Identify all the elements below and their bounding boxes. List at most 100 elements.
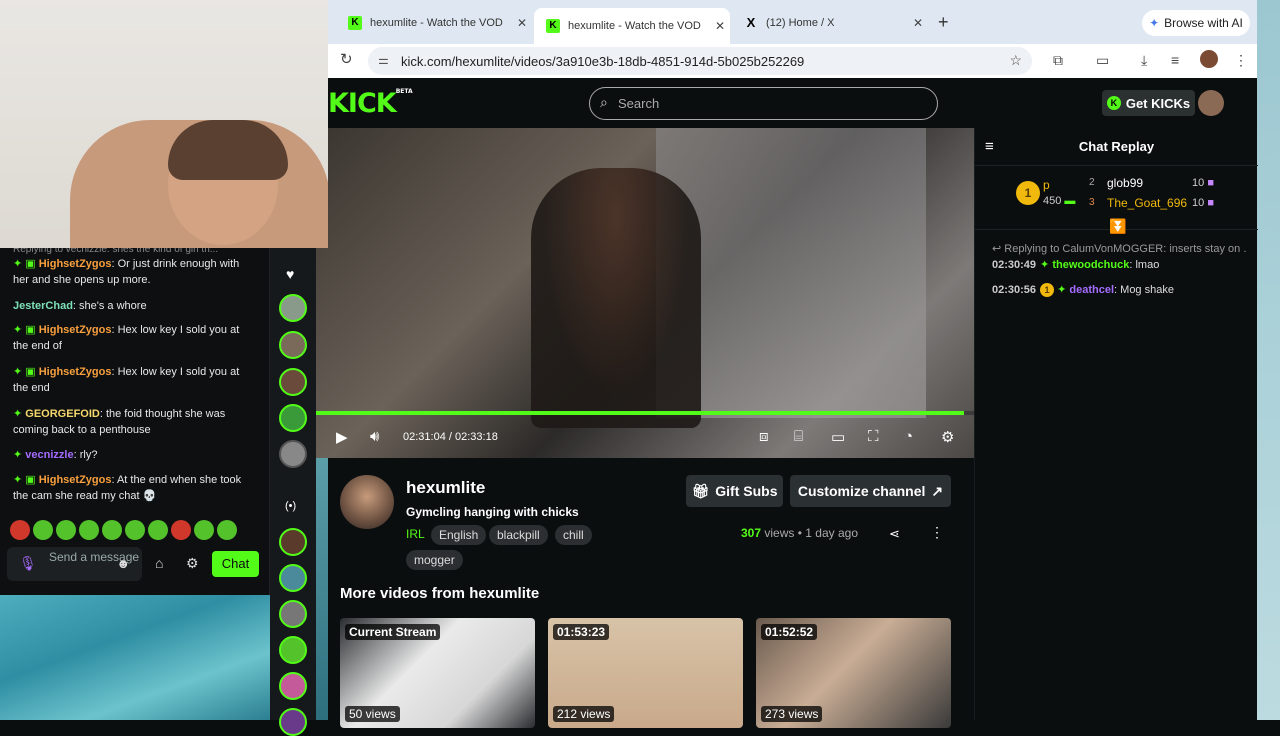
get-kicks-button[interactable]: K Get KICKs (1102, 90, 1195, 116)
emote-icon[interactable] (148, 520, 168, 540)
chat-username[interactable]: HighsetZygos (39, 324, 112, 336)
theater-mode-icon[interactable]: ▭ (831, 428, 845, 446)
chat-message: 02:30:49 ✦ thewoodchuck: lmao (992, 259, 1160, 271)
kicks-coin-icon: K (1106, 96, 1121, 110)
chat-username[interactable]: GEORGEFOID (25, 408, 100, 420)
category-link[interactable]: IRL (406, 527, 425, 541)
channel-avatar[interactable] (279, 404, 307, 432)
emote-icon[interactable] (33, 520, 53, 540)
share-icon[interactable]: ⋖ (889, 526, 900, 542)
volume-icon[interactable]: 🔊︎ (370, 428, 379, 445)
heart-icon[interactable]: ♥ (286, 266, 294, 282)
emote-icon[interactable] (217, 520, 237, 540)
browser-profile-avatar[interactable] (1200, 50, 1218, 68)
video-progress-fill (316, 411, 965, 415)
microphone-icon[interactable]: 🎙 (19, 555, 37, 573)
channel-avatar[interactable] (279, 564, 307, 592)
leader-name[interactable]: The_Goat_696 (1107, 196, 1187, 210)
channel-avatar[interactable] (279, 440, 307, 468)
view-count: 307 views • 1 day ago (741, 526, 858, 540)
emote-icon[interactable] (125, 520, 145, 540)
customize-channel-button[interactable]: Customize channel ↗ (790, 475, 951, 507)
gift-icon: 🎁︎ (691, 482, 710, 499)
emoji-picker-icon[interactable]: ☻ (116, 556, 130, 571)
url-input[interactable]: ⚌ kick.com/hexumlite/videos/3a910e3b-18d… (368, 47, 1032, 75)
new-tab-plus-icon[interactable]: + (938, 12, 949, 33)
video-thumbnail[interactable]: 01:52:52 273 views (756, 618, 951, 728)
chat-username[interactable]: JesterChad (13, 300, 73, 312)
chat-username[interactable]: HighsetZygos (39, 258, 112, 270)
channel-name[interactable]: hexumlite (406, 478, 485, 498)
reload-icon[interactable]: ↻ (340, 50, 353, 68)
autoplay-icon[interactable]: ◔ (904, 428, 913, 445)
miniplayer-icon[interactable]: ⧈ (759, 428, 769, 445)
emote-icon[interactable] (171, 520, 191, 540)
chat-username[interactable]: deathcel (1069, 284, 1114, 296)
tag-blackpill[interactable]: blackpill (489, 525, 548, 545)
user-avatar[interactable] (1198, 90, 1224, 116)
expand-leaderboard-icon[interactable]: ⏬ (1109, 218, 1126, 235)
chat-username[interactable]: vecnizzle (25, 449, 73, 461)
browse-with-ai-button[interactable]: ✦ Browse with AI (1142, 10, 1250, 36)
gift-subs-button[interactable]: 🎁︎ Gift Subs (686, 475, 783, 507)
bookmark-star-icon[interactable]: ☆ (1009, 52, 1022, 69)
leader-amount: 10 ■ (1192, 197, 1214, 209)
video-thumbnail[interactable]: 01:53:23 212 views (548, 618, 743, 728)
channel-avatar[interactable] (279, 294, 307, 322)
leader-name[interactable]: p (1043, 178, 1050, 192)
play-icon[interactable]: ▶ (336, 428, 348, 446)
search-input[interactable]: ⌕ Search (589, 87, 938, 120)
video-title: Gymcling hanging with chicks (406, 505, 579, 519)
fullscreen-icon[interactable]: ⛶ (868, 428, 879, 445)
kebab-menu-icon[interactable]: ⋮ (1234, 52, 1248, 69)
leader-name[interactable]: glob99 (1107, 176, 1143, 190)
site-settings-icon[interactable]: ⚌ (378, 53, 389, 67)
emote-icon[interactable] (79, 520, 99, 540)
settings-gear-icon[interactable]: ⚙ (941, 428, 954, 446)
emote-icon[interactable] (194, 520, 214, 540)
channel-avatar[interactable] (279, 636, 307, 664)
video-thumbnail[interactable]: Current Stream 50 views (340, 618, 535, 728)
more-options-icon[interactable]: ⋮ (930, 524, 944, 541)
close-tab-icon[interactable]: ✕ (712, 19, 728, 33)
tag-chill[interactable]: chill (555, 525, 592, 545)
chat-message-input[interactable]: 🎙 Send a message ☻ (7, 547, 142, 581)
chat-text: lmao (1135, 259, 1160, 271)
channel-avatar[interactable] (279, 331, 307, 359)
video-progress-bar[interactable] (316, 411, 974, 415)
send-chat-button[interactable]: Chat (212, 551, 259, 577)
tab-hexumlite-vod-2[interactable]: K hexumlite - Watch the VOD o ✕ (534, 8, 730, 44)
clip-icon[interactable]: ⌸ (794, 428, 803, 445)
download-icon[interactable]: ⤓ (1141, 52, 1147, 69)
channel-avatar[interactable] (279, 708, 307, 736)
emote-icon[interactable] (56, 520, 76, 540)
channel-avatar[interactable] (279, 528, 307, 556)
external-link-icon: ↗ (931, 482, 944, 499)
gear-icon[interactable]: ⚙ (186, 555, 199, 572)
channel-avatar[interactable] (340, 475, 394, 529)
tab-x-home[interactable]: X (12) Home / X ✕ (732, 8, 928, 38)
tag-mogger[interactable]: mogger (406, 550, 463, 570)
live-channels-icon[interactable]: (•) (285, 500, 296, 512)
video-player[interactable]: ▶ 🔊︎ 02:31:04 / 02:33:18 ⧈ ⌸ ▭ ⛶ ◔ ⚙ (316, 128, 974, 458)
duration: 02:33:18 (455, 431, 498, 443)
close-tab-icon[interactable]: ✕ (514, 16, 530, 30)
thumbnail-badge: 01:53:23 (553, 624, 610, 640)
emote-icon[interactable] (10, 520, 30, 540)
rank-medal-icon: 1 (1016, 181, 1040, 205)
chat-username[interactable]: HighsetZygos (39, 474, 112, 486)
emote-icon[interactable] (102, 520, 122, 540)
tab-hexumlite-vod-1[interactable]: K hexumlite - Watch the VOD o ✕ (336, 8, 532, 38)
chat-username[interactable]: thewoodchuck (1052, 259, 1129, 271)
media-control-icon[interactable]: ≡ (1171, 52, 1179, 68)
channel-avatar[interactable] (279, 672, 307, 700)
extensions-icon[interactable]: ⧉ (1053, 52, 1063, 69)
tag-english[interactable]: English (431, 525, 487, 545)
store-icon[interactable]: ⌂ (155, 555, 163, 571)
channel-avatar[interactable] (279, 368, 307, 396)
close-tab-icon[interactable]: ✕ (910, 16, 926, 30)
cast-icon[interactable]: ▭ (1096, 52, 1109, 69)
chat-username[interactable]: HighsetZygos (39, 366, 112, 378)
kick-logo[interactable]: KICKBETA (328, 88, 413, 119)
channel-avatar[interactable] (279, 600, 307, 628)
